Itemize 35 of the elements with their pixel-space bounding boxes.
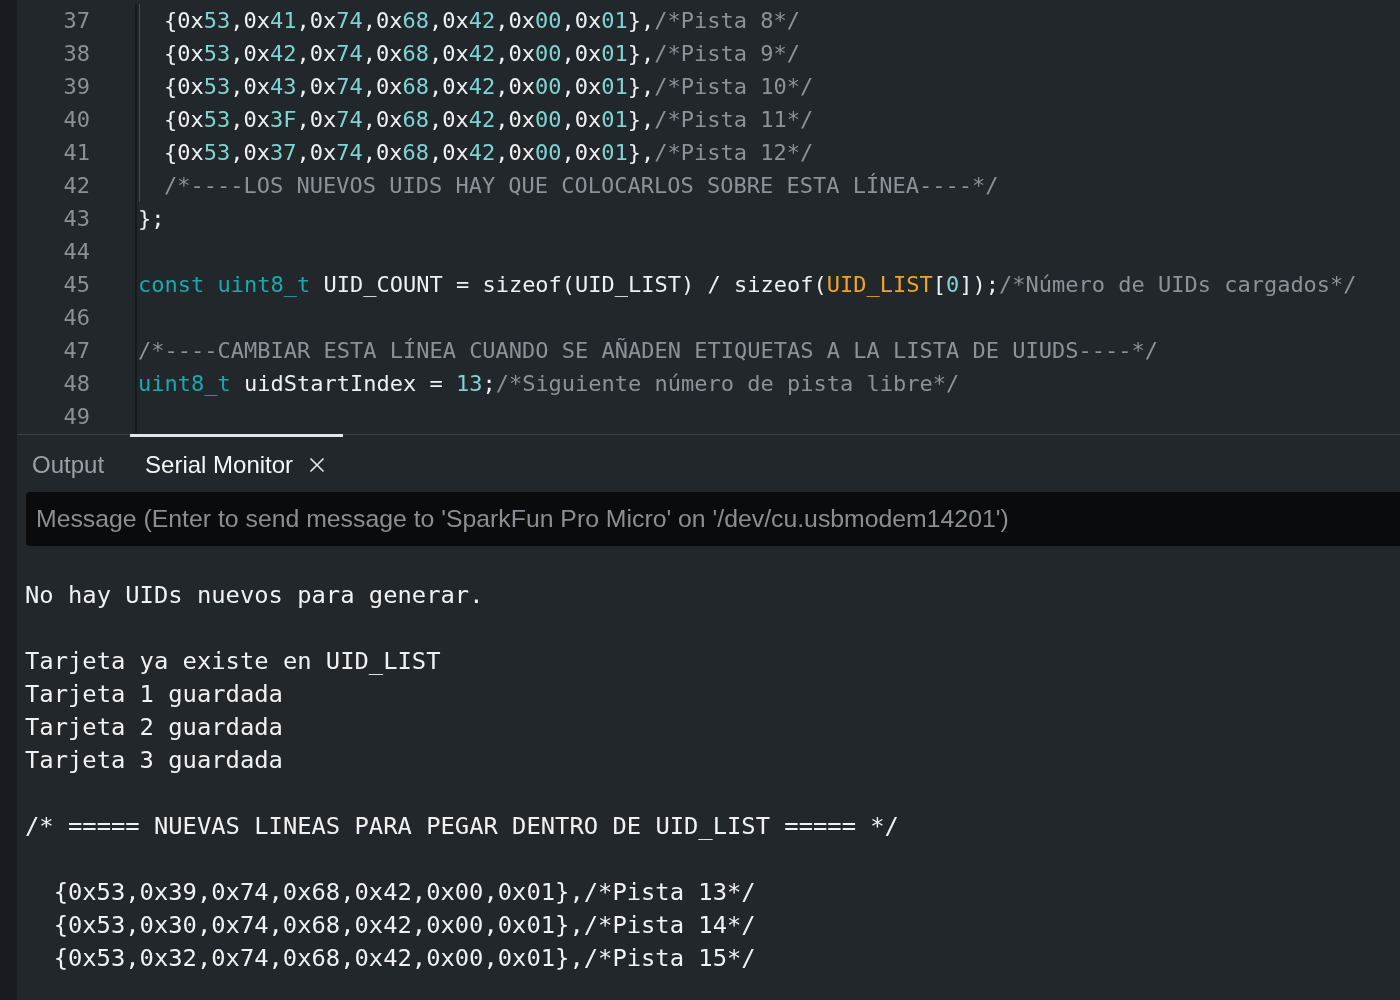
output-line: Tarjeta ya existe en UID_LIST [25,646,441,677]
output-line: {0x53,0x32,0x74,0x68,0x42,0x00,0x01},/*Pista 15*/ [53,943,756,974]
line-number: 46 [62,304,90,332]
line-number: 48 [62,370,90,398]
line-number: 49 [62,403,90,431]
code-line: {0x53,0x43,0x74,0x68,0x42,0x00,0x01},/*Pista 10*/ [139,70,814,103]
line-number: 47 [62,337,90,365]
output-line: /* ===== NUEVAS LINEAS PARA PEGAR DENTRO DE UID_LIST ===== */ [25,811,899,842]
code-line: {0x53,0x41,0x74,0x68,0x42,0x00,0x01},/*Pista 8*/ [139,4,800,37]
line-number: 41 [62,139,90,167]
line-number: 44 [62,238,90,266]
line-number: 42 [62,172,90,200]
code-line: const uint8_t UID_COUNT = sizeof(UID_LIST) / sizeof(UID_LIST[0]);/*Número de UIDs cargados*/ [137,271,1357,299]
code-line: /*----CAMBIAR ESTA LÍNEA CUANDO SE AÑADEN ETIQUETAS A LA LISTA DE UIUDS----*/ [137,337,1158,365]
close-icon[interactable] [309,456,326,473]
output-line: Tarjeta 1 guardada [25,679,283,710]
line-number: 38 [62,40,90,68]
line-number: 43 [62,205,90,233]
code-line: {0x53,0x3F,0x74,0x68,0x42,0x00,0x01},/*Pista 11*/ [139,103,814,136]
panel-tab[interactable]: Output [17,434,123,492]
output-line: {0x53,0x30,0x74,0x68,0x42,0x00,0x01},/*Pista 14*/ [53,910,756,941]
output-line: {0x53,0x39,0x74,0x68,0x42,0x00,0x01},/*Pista 13*/ [53,877,756,908]
code-line: uint8_t uidStartIndex = 13;/*Siguiente número de pista libre*/ [137,370,960,398]
code-line: /*----LOS NUEVOS UIDS HAY QUE COLOCARLOS SOBRE ESTA LÍNEA----*/ [139,169,999,202]
code-line: {0x53,0x37,0x74,0x68,0x42,0x00,0x01},/*Pista 12*/ [139,136,814,169]
line-number: 39 [62,73,90,101]
code-line: {0x53,0x42,0x74,0x68,0x42,0x00,0x01},/*Pista 9*/ [139,37,800,70]
message-input-field[interactable]: Message (Enter to send message to 'SparkFun Pro Micro' on '/dev/cu.usbmodem14201') [26,492,1400,546]
code-line: }; [137,205,165,233]
line-number: 37 [62,7,90,35]
line-number: 40 [62,106,90,134]
output-line: Tarjeta 2 guardada [25,712,283,743]
output-line: No hay UIDs nuevos para generar. [25,580,484,611]
output-line: Tarjeta 3 guardada [25,745,283,776]
line-number: 45 [62,271,90,299]
